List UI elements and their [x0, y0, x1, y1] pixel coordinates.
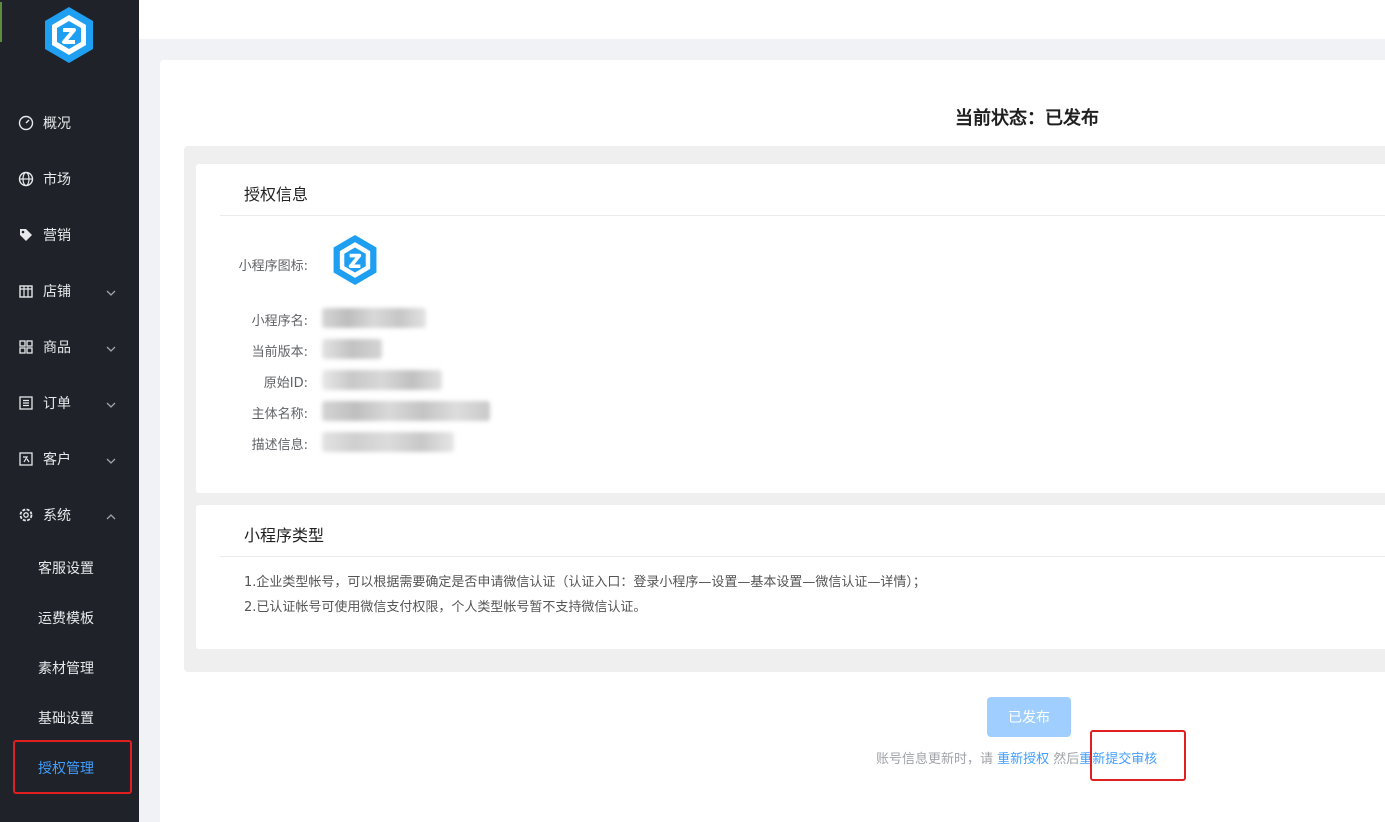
app-type-card: 小程序类型 1.企业类型帐号，可以根据需要确定是否申请微信认证（认证入口：登录小… — [196, 505, 1385, 649]
app-type-title: 小程序类型 — [244, 526, 325, 545]
divider — [220, 215, 1385, 216]
label-description: 描述信息: — [251, 438, 308, 453]
hint-middle: 然后 — [1049, 752, 1080, 767]
highlight-box-sidebar — [13, 740, 132, 794]
auth-info-card: 授权信息 小程序图标: 小程序名: 当前版本: 原始ID: 主体名称: 描述信息… — [196, 164, 1385, 493]
chevron-down-icon — [106, 342, 116, 352]
top-bar — [139, 0, 1385, 39]
divider — [220, 556, 1385, 557]
grid-icon — [18, 339, 34, 355]
sidebar-subitem-label: 运费模板 — [38, 611, 94, 627]
sidebar-item-market[interactable]: 市场 — [0, 159, 139, 199]
sidebar-subitem-shipping-template[interactable]: 运费模板 — [0, 598, 139, 638]
description-value-redacted — [322, 432, 454, 452]
sidebar-item-label: 市场 — [43, 172, 71, 188]
app-icon — [330, 233, 380, 287]
highlight-box-resubmit — [1090, 730, 1186, 781]
app-type-line-2: 2.已认证帐号可使用微信支付权限，个人类型帐号暂不支持微信认证。 — [244, 600, 647, 615]
label-entity-name: 主体名称: — [251, 407, 308, 422]
sidebar-item-system[interactable]: 系统 — [0, 495, 139, 535]
sidebar-item-overview[interactable]: 概况 — [0, 103, 139, 143]
main-card: 当前状态：已发布 授权信息 小程序图标: 小程序名: 当前版本: 原始ID: 主… — [160, 60, 1385, 822]
sidebar-item-marketing[interactable]: 营销 — [0, 215, 139, 255]
app-type-line-1: 1.企业类型帐号，可以根据需要确定是否申请微信认证（认证入口：登录小程序—设置—… — [244, 575, 926, 590]
entity-name-value-redacted — [322, 401, 490, 421]
reauthorize-link[interactable]: 重新授权 — [997, 752, 1049, 767]
app-name-value-redacted — [322, 308, 426, 328]
sidebar-subitem-basic-settings[interactable]: 基础设置 — [0, 698, 139, 738]
sidebar-item-label: 营销 — [43, 228, 71, 244]
hint-prefix: 账号信息更新时，请 — [876, 752, 998, 767]
auth-info-title: 授权信息 — [244, 185, 309, 204]
chevron-up-icon — [106, 510, 116, 520]
version-value-redacted — [322, 339, 382, 359]
sidebar: 概况 市场 营销 店铺 商品 订单 客户 系统 客服设置 运费模板 素材管理 基… — [0, 0, 139, 822]
info-panel: 授权信息 小程序图标: 小程序名: 当前版本: 原始ID: 主体名称: 描述信息… — [184, 146, 1385, 672]
current-status: 当前状态：已发布 — [955, 108, 1099, 129]
sidebar-item-label: 订单 — [43, 396, 71, 412]
sidebar-subitem-media[interactable]: 素材管理 — [0, 648, 139, 688]
list-icon — [18, 395, 34, 411]
chevron-down-icon — [106, 454, 116, 464]
gear-icon — [18, 507, 34, 523]
label-app-icon: 小程序图标: — [238, 259, 308, 274]
customer-icon — [18, 451, 34, 467]
sidebar-subitem-label: 客服设置 — [38, 561, 94, 577]
chevron-down-icon — [106, 286, 116, 296]
sidebar-subitem-label: 基础设置 — [38, 711, 94, 727]
sidebar-subitem-label: 素材管理 — [38, 661, 94, 677]
sidebar-item-label: 客户 — [43, 452, 71, 468]
label-current-version: 当前版本: — [251, 345, 308, 360]
tag-icon — [18, 227, 34, 243]
sidebar-item-store[interactable]: 店铺 — [0, 271, 139, 311]
app-logo[interactable] — [41, 5, 97, 65]
sidebar-item-label: 概况 — [43, 116, 71, 132]
globe-icon — [18, 171, 34, 187]
chevron-down-icon — [106, 398, 116, 408]
window-edge-mark — [0, 2, 7, 42]
label-app-name: 小程序名: — [251, 314, 308, 329]
sidebar-item-label: 商品 — [43, 340, 71, 356]
sidebar-item-label: 店铺 — [43, 284, 71, 300]
sidebar-subitem-customer-service[interactable]: 客服设置 — [0, 548, 139, 588]
dashboard-icon — [18, 115, 34, 131]
store-icon — [18, 283, 34, 299]
original-id-value-redacted — [322, 370, 442, 390]
sidebar-item-orders[interactable]: 订单 — [0, 383, 139, 423]
sidebar-item-label: 系统 — [43, 508, 71, 524]
label-original-id: 原始ID: — [263, 376, 308, 391]
published-button[interactable]: 已发布 — [987, 697, 1071, 737]
sidebar-item-goods[interactable]: 商品 — [0, 327, 139, 367]
sidebar-item-customers[interactable]: 客户 — [0, 439, 139, 479]
